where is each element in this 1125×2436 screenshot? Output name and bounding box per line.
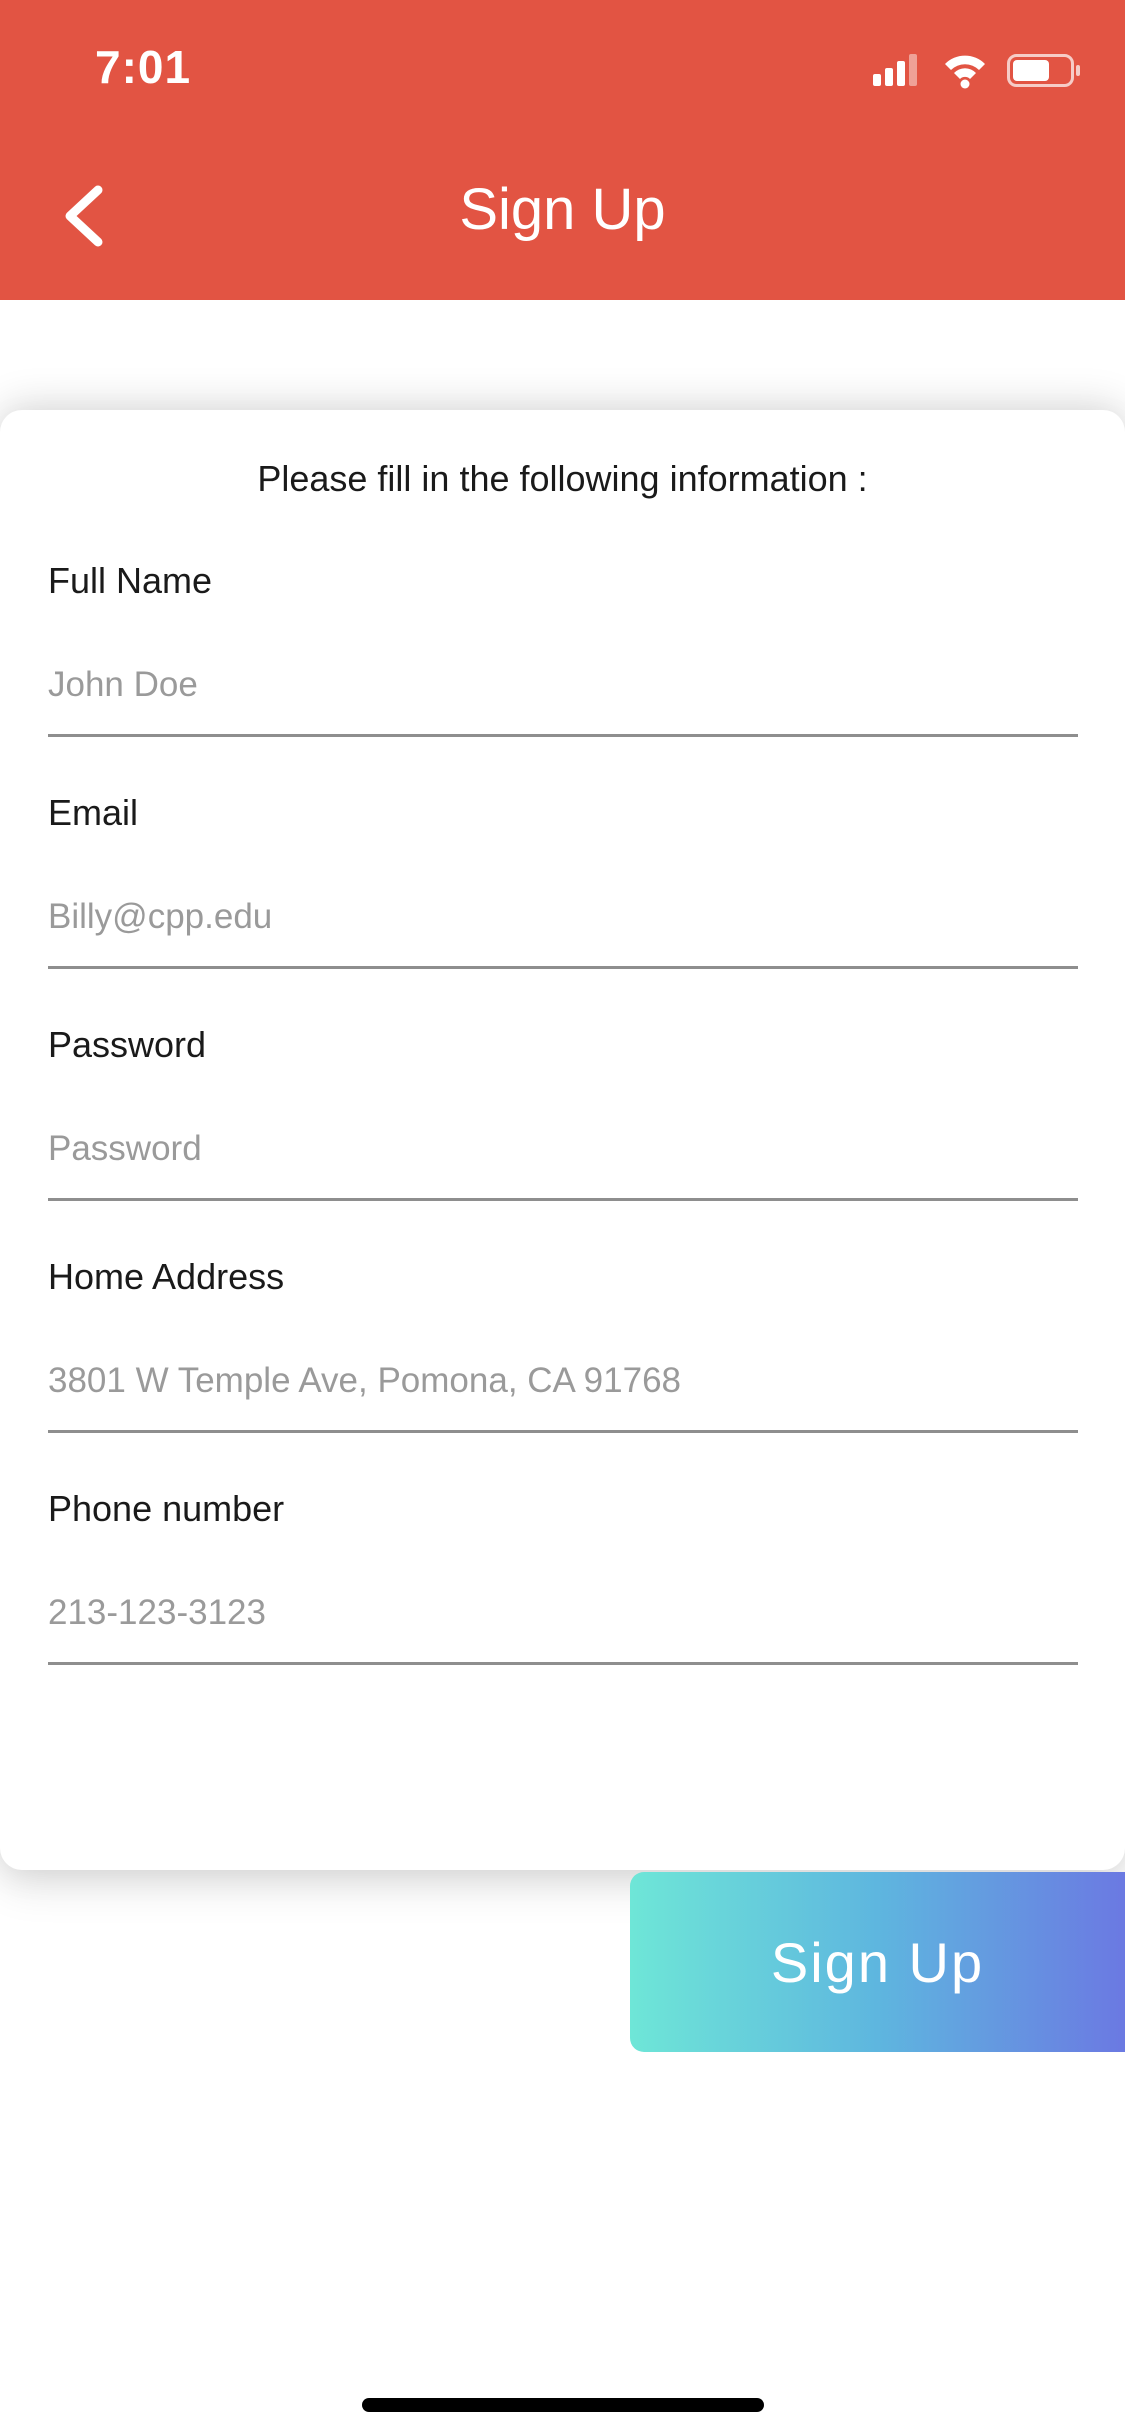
full-name-underline: [48, 734, 1078, 737]
form-intro: Please fill in the following information…: [257, 458, 868, 499]
home-address-underline: [48, 1430, 1078, 1433]
full-name-input[interactable]: [48, 645, 1078, 725]
wifi-icon: [945, 55, 985, 89]
home-address-label: Home Address: [48, 1256, 285, 1297]
signup-screen: 7:01 Sign Up Please fill in the followin…: [0, 0, 1125, 2436]
full-name-label: Full Name: [48, 560, 213, 601]
password-input[interactable]: [48, 1109, 1078, 1189]
signup-form-card: Please fill in the following information…: [0, 410, 1125, 1870]
email-input[interactable]: [48, 877, 1078, 957]
phone-number-input[interactable]: [48, 1573, 1078, 1653]
phone-number-field: Phone number: [48, 1488, 1078, 1688]
home-address-field: Home Address: [48, 1256, 1078, 1456]
email-field: Email: [48, 792, 1078, 992]
page-title: Sign Up: [459, 177, 666, 242]
password-label: Password: [48, 1024, 207, 1065]
status-icons: [873, 54, 1080, 89]
home-indicator: [362, 2398, 764, 2412]
password-field: Password: [48, 1024, 1078, 1224]
sign-up-button[interactable]: Sign Up: [630, 1872, 1125, 2052]
phone-number-label: Phone number: [48, 1488, 285, 1529]
battery-icon: [1007, 54, 1080, 87]
full-name-field: Full Name: [48, 560, 1078, 760]
home-address-input[interactable]: [48, 1341, 1078, 1421]
email-underline: [48, 966, 1078, 969]
phone-number-underline: [48, 1662, 1078, 1665]
status-time: 7:01: [95, 41, 192, 93]
email-label: Email: [48, 792, 139, 833]
cellular-signal-icon: [873, 54, 917, 86]
app-header: 7:01 Sign Up: [0, 0, 1125, 300]
password-underline: [48, 1198, 1078, 1201]
